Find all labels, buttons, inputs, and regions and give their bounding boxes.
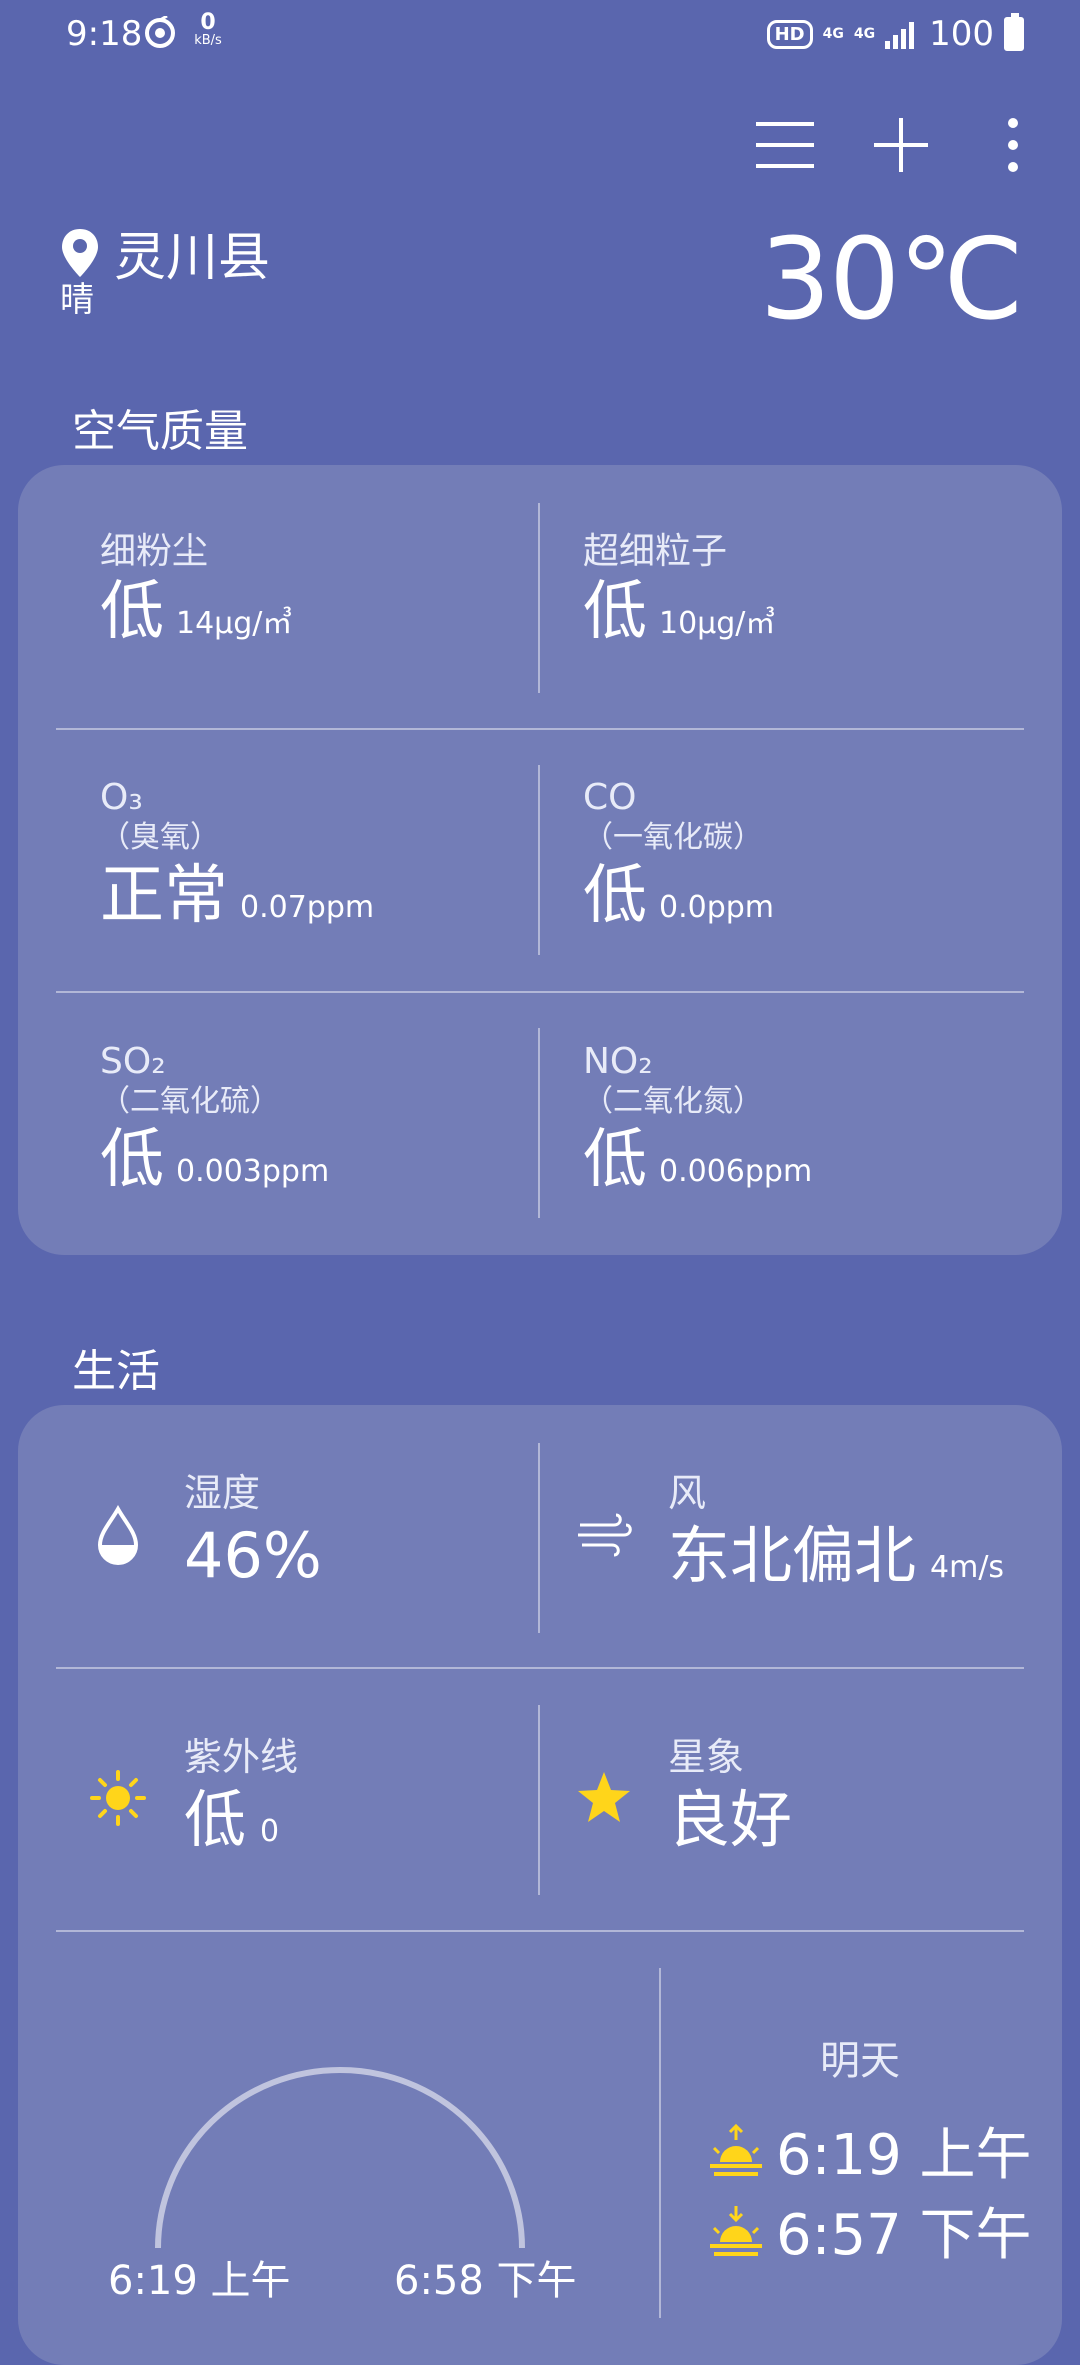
sunrise-tomorrow-time: 6:19 上午	[776, 2123, 1032, 2188]
water-drop-icon	[97, 1505, 139, 1565]
add-icon[interactable]	[866, 110, 936, 180]
aq-ultrafine: 超细粒子 低 10μg/㎥	[583, 531, 775, 647]
divider	[538, 503, 540, 693]
menu-icon[interactable]	[752, 110, 822, 180]
tomorrow-label: 明天	[820, 2038, 900, 2084]
aq-level: 低	[583, 1123, 647, 1197]
status-bar: 9:18 0 kB/s HD 4G 4G 100	[0, 0, 1080, 70]
signal-icon	[885, 22, 915, 49]
divider	[56, 991, 1024, 993]
network-type-1: 4G	[822, 26, 844, 42]
aq-ozone: O₃ （臭氧） 正常 0.07ppm	[100, 777, 374, 931]
aq-so2: SO₂ （二氧化硫） 低 0.003ppm	[100, 1041, 329, 1195]
battery-icon	[1004, 13, 1024, 51]
hd-badge: HD	[766, 19, 813, 49]
sunset-today: 6:58 下午	[394, 2258, 577, 2304]
aq-label: NO₂	[583, 1041, 653, 1082]
sunrise-today: 6:19 上午	[108, 2258, 291, 2304]
star-icon	[578, 1772, 630, 1822]
uv-extra: 0	[260, 1814, 280, 1849]
aq-sub: （一氧化碳）	[583, 820, 763, 855]
life-title: 生活	[72, 1346, 160, 1397]
divider	[56, 1667, 1024, 1669]
aq-amount: 0.07ppm	[240, 890, 375, 925]
status-time: 9:18	[66, 14, 143, 54]
stargazing: 星象 良好	[668, 1735, 792, 1855]
divider	[538, 1705, 540, 1895]
divider	[538, 1028, 540, 1218]
aq-fine-dust: 细粉尘 低 14μg/㎥	[100, 531, 292, 647]
divider	[56, 1930, 1024, 1932]
data-saver-icon	[145, 16, 175, 48]
aq-level: 低	[100, 575, 164, 649]
aq-label: 超细粒子	[583, 531, 728, 572]
top-actions	[0, 110, 1080, 180]
aq-amount: 0.0ppm	[659, 890, 775, 925]
aq-label: 细粉尘	[100, 531, 209, 572]
sunrise-tomorrow: 6:19 上午	[706, 2110, 1032, 2191]
location-name: 灵川县	[114, 228, 271, 288]
wind-speed: 4m/s	[930, 1550, 1005, 1585]
sunset-tomorrow-time: 6:57 下午	[776, 2203, 1032, 2268]
divider	[538, 1443, 540, 1633]
aq-label: CO	[583, 777, 637, 818]
aq-label: O₃	[100, 777, 143, 818]
aq-sub: （臭氧）	[100, 820, 220, 855]
stargazing-label: 星象	[668, 1735, 745, 1779]
aq-amount: 14μg/㎥	[176, 606, 293, 641]
battery-level: 100	[929, 14, 994, 54]
more-options-icon[interactable]	[978, 110, 1048, 180]
aq-level: 正常	[100, 859, 228, 933]
air-quality-title: 空气质量	[72, 406, 248, 457]
location-pin-icon	[62, 228, 98, 277]
air-quality-card: 细粉尘 低 14μg/㎥ 超细粒子 低 10μg/㎥ O₃ （臭氧） 正常 0.…	[18, 465, 1062, 1255]
sunset-icon	[710, 2205, 762, 2256]
humidity: 湿度 46%	[184, 1471, 322, 1591]
status-right: HD 4G 4G 100	[766, 13, 1024, 54]
current-temperature: 30℃	[759, 215, 1024, 345]
wind-icon	[578, 1513, 632, 1557]
aq-amount: 0.003ppm	[176, 1154, 330, 1189]
stargazing-value: 良好	[668, 1783, 793, 1856]
aq-label: SO₂	[100, 1041, 166, 1082]
aq-sub: （二氧化氮）	[583, 1084, 763, 1119]
aq-amount: 10μg/㎥	[659, 606, 776, 641]
network-speed-unit: kB/s	[194, 33, 222, 48]
divider	[659, 1968, 661, 2318]
sun-path-arc	[155, 2067, 525, 2249]
uv-index: 紫外线 低 0	[184, 1735, 298, 1855]
network-type-2: 4G	[853, 26, 876, 42]
aq-sub: （二氧化硫）	[100, 1084, 280, 1119]
humidity-label: 湿度	[184, 1471, 261, 1515]
wind-direction: 东北偏北	[668, 1519, 917, 1592]
divider	[56, 728, 1024, 730]
aq-level: 低	[583, 859, 647, 933]
aq-level: 低	[583, 575, 647, 649]
aq-no2: NO₂ （二氧化氮） 低 0.006ppm	[583, 1041, 812, 1195]
aq-co: CO （一氧化碳） 低 0.0ppm	[583, 777, 774, 931]
divider	[538, 765, 540, 955]
humidity-value: 46%	[184, 1519, 322, 1592]
aq-amount: 0.006ppm	[659, 1154, 813, 1189]
network-speed-value: 0	[200, 10, 216, 35]
sunrise-icon	[710, 2123, 762, 2176]
wind-label: 风	[668, 1471, 707, 1515]
uv-label: 紫外线	[184, 1735, 299, 1779]
uv-value: 低	[184, 1783, 247, 1856]
sun-icon	[90, 1770, 146, 1826]
wind: 风 东北偏北 4m/s	[668, 1471, 1004, 1591]
aq-level: 低	[100, 1123, 164, 1197]
network-speed: 0 kB/s	[188, 10, 228, 50]
weather-condition: 晴	[60, 280, 94, 320]
sunset-tomorrow: 6:57 下午	[706, 2190, 1032, 2271]
